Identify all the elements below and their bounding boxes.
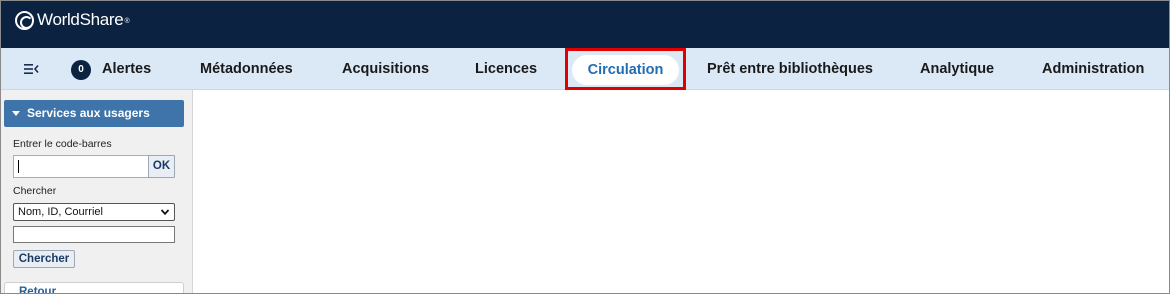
back-panel-header[interactable]: Retour (4, 282, 184, 293)
text-caret (18, 160, 19, 173)
collapse-menu-icon[interactable] (24, 62, 40, 76)
logo-text: WorldShare (37, 10, 124, 29)
barcode-input[interactable] (13, 155, 149, 178)
patron-services-panel: Entrer le code-barres OK Chercher Nom, I… (4, 127, 184, 277)
tab-alertes[interactable]: Alertes (102, 48, 151, 90)
top-header: WorldShare ® (1, 1, 1169, 48)
search-type-value: Nom, ID, Courriel (18, 206, 103, 218)
worldshare-logo[interactable]: WorldShare ® (15, 10, 130, 30)
tab-metadonnees[interactable]: Métadonnées (200, 48, 293, 90)
chevron-down-icon (160, 206, 170, 216)
tab-administration[interactable]: Administration (1042, 48, 1144, 90)
collapse-triangle-icon (12, 111, 20, 116)
tab-licences[interactable]: Licences (475, 48, 537, 90)
search-type-select[interactable]: Nom, ID, Courriel (13, 203, 175, 221)
worldshare-logo-icon (15, 10, 34, 30)
barcode-label: Entrer le code-barres (13, 138, 112, 150)
tab-acquisitions[interactable]: Acquisitions (342, 48, 429, 90)
sidebar: Services aux usagers Entrer le code-barr… (1, 90, 193, 293)
search-label: Chercher (13, 185, 57, 197)
search-input[interactable] (13, 226, 175, 243)
patron-services-header[interactable]: Services aux usagers (4, 100, 184, 127)
tab-analytique[interactable]: Analytique (920, 48, 994, 90)
patron-services-title: Services aux usagers (27, 106, 150, 120)
barcode-ok-button[interactable]: OK (148, 155, 175, 178)
tab-pret-entre-bibliotheques[interactable]: Prêt entre bibliothèques (707, 48, 873, 90)
app-window: WorldShare ® 0 Alertes Métadonnées Acqui… (0, 0, 1170, 294)
tab-circulation[interactable]: Circulation (572, 55, 679, 85)
alerts-count-badge: 0 (71, 60, 91, 80)
logo-trademark: ® (124, 17, 130, 25)
tab-circulation-highlight: Circulation (565, 48, 686, 90)
main-nav: 0 Alertes Métadonnées Acquisitions Licen… (1, 48, 1169, 90)
search-button[interactable]: Chercher (13, 250, 75, 268)
main-content (193, 90, 1169, 293)
